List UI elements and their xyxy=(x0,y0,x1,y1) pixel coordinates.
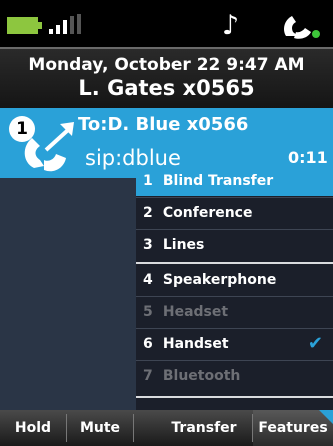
menu-item-number: 4 xyxy=(143,272,153,288)
menu-item-label: Handset xyxy=(162,336,229,352)
hold-softkey[interactable]: Hold xyxy=(0,410,66,446)
menu-item-bluetooth: 7 Bluetooth xyxy=(136,361,333,391)
battery-tip xyxy=(38,22,42,29)
menu-item-number: 7 xyxy=(143,368,153,384)
call-timer: 0:11 xyxy=(288,148,328,167)
music-note-icon: ♪ xyxy=(222,10,240,41)
battery-icon xyxy=(7,17,38,34)
menu-item-number: 1 xyxy=(143,173,153,189)
signal-bars-icon xyxy=(47,14,87,34)
mute-softkey[interactable]: Mute xyxy=(67,410,133,446)
menu-item-label: Speakerphone xyxy=(162,272,277,288)
menu-item-number: 6 xyxy=(143,336,153,352)
menu-item-label: Bluetooth xyxy=(162,368,241,384)
call-area: 1 To:D. Blue x0566 sip:dblue 0:11 1 Blin… xyxy=(0,108,333,410)
menu-item-label: Conference xyxy=(162,205,253,221)
line-number-badge: 1 xyxy=(9,116,35,142)
menu-item-label: Blind Transfer xyxy=(162,173,274,189)
menu-item-number: 2 xyxy=(143,205,153,221)
date-time: Monday, October 22 9:47 AM xyxy=(28,55,305,75)
menu-item-label: Lines xyxy=(162,237,205,253)
menu-bottom-divider xyxy=(136,396,333,398)
transfer-softkey[interactable]: Transfer xyxy=(134,410,252,446)
features-menu: 1 Blind Transfer 2 Conference 3 Lines 4 … xyxy=(136,166,333,410)
menu-item-speakerphone[interactable]: 4 Speakerphone xyxy=(136,265,333,295)
menu-item-number: 5 xyxy=(143,304,153,320)
status-bar: ♪ xyxy=(0,0,333,47)
menu-item-blind-transfer[interactable]: 1 Blind Transfer xyxy=(136,166,333,196)
presence-phone-icon xyxy=(284,16,320,39)
menu-item-conference[interactable]: 2 Conference xyxy=(136,198,333,228)
softkey-bar: Hold Mute Transfer Features xyxy=(0,410,333,446)
header: Monday, October 22 9:47 AM L. Gates x056… xyxy=(0,49,333,108)
menu-item-handset[interactable]: 6 Handset ✔ xyxy=(136,329,333,359)
checkmark-icon: ✔ xyxy=(307,333,323,354)
menu-section-divider xyxy=(136,262,333,264)
menu-item-headset: 5 Headset xyxy=(136,297,333,327)
menu-item-label: Headset xyxy=(162,304,229,320)
active-softkey-indicator xyxy=(319,410,333,424)
user-label: L. Gates x0565 xyxy=(78,76,255,100)
menu-item-lines[interactable]: 3 Lines xyxy=(136,230,333,260)
menu-item-number: 3 xyxy=(143,237,153,253)
call-to-label: To:D. Blue x0566 xyxy=(78,114,249,135)
